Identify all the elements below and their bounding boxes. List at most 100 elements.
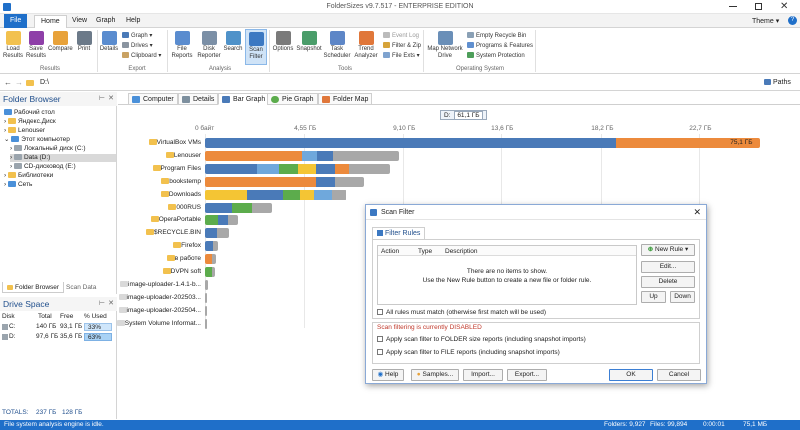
import-button[interactable]: Import... [463,369,503,381]
maximize-icon[interactable] [755,3,762,10]
bar[interactable] [205,292,208,303]
task-scheduler-button[interactable]: Task Scheduler [323,31,351,60]
category-label[interactable]: Downloads [100,190,201,199]
search-button[interactable]: Search [222,31,244,53]
disk-reporter-button[interactable]: Disk Reporter [196,31,222,60]
samples-button[interactable]: ● Samples... [411,369,459,381]
tree-item-this-pc[interactable]: ⌄ Этот компьютер [4,136,70,144]
tab-folder-map[interactable]: Folder Map [318,93,373,105]
tree-item-network[interactable]: › Сеть [4,181,32,189]
category-label[interactable]: image-uploader-202504... [100,306,201,315]
load-results-button[interactable]: Load Results [2,31,24,60]
scan-filter-button[interactable]: Scan Filter [245,29,267,65]
clipboard-dropdown[interactable]: Clipboard ▾ [122,52,161,60]
forward-icon[interactable]: → [15,78,23,87]
tree-item-yandex-disk[interactable]: › Яндекс.Диск [4,118,56,126]
tab-file[interactable]: File [4,14,28,28]
bar[interactable] [205,228,229,239]
help-button[interactable]: ◉ Help [372,369,404,381]
compare-button[interactable]: Compare [48,31,73,53]
tab-details[interactable]: Details [178,93,219,105]
bar[interactable] [205,254,216,265]
category-label[interactable]: image-uploader-1.4.1-b... [100,280,201,289]
save-results-button[interactable]: Save Results [25,31,47,60]
file-reports-button[interactable]: File Reports [170,31,194,60]
tab-scan-data[interactable]: Scan Data [62,282,100,293]
dialog-close-icon[interactable]: ✕ [693,207,701,218]
help-icon[interactable]: ? [788,16,797,25]
up-folder-icon[interactable] [26,80,34,86]
drives-dropdown[interactable]: Drives ▾ [122,42,153,50]
category-label[interactable]: image-uploader-202503... [100,293,201,302]
column-type[interactable]: Type [418,248,432,255]
category-label[interactable]: Lenouser [100,151,201,160]
filter-zip-button[interactable]: Filter & Zip [383,42,421,50]
bar[interactable] [205,241,219,252]
table-row[interactable]: D: 97,6 ГБ 35,6 ГБ 63% [0,333,116,342]
tree-item-lenouser[interactable]: › Lenouser [4,127,45,135]
bar[interactable] [205,279,209,290]
bar[interactable] [205,318,207,329]
tab-graph[interactable]: Graph [90,15,121,28]
rules-list[interactable]: Action Type Description There are no ite… [377,245,637,305]
back-icon[interactable]: ← [4,78,12,87]
tab-computer[interactable]: Computer [128,93,178,105]
category-label[interactable]: Program Files [100,164,201,173]
theme-menu[interactable]: Theme ▾ [752,17,779,25]
tab-bar-graph[interactable]: Bar Graph [218,93,270,105]
category-label[interactable]: $RECYCLE.BIN [100,228,201,237]
column-description[interactable]: Description [445,248,478,255]
pin-icon[interactable]: ⊢ [99,92,105,106]
panel-close-icon[interactable]: ✕ [108,92,114,106]
category-label[interactable]: Firefox [100,241,201,250]
tree-item-desktop[interactable]: Рабочий стол [4,109,55,117]
print-button[interactable]: Print [74,31,94,53]
trend-analyzer-button[interactable]: Trend Analyzer [352,31,380,60]
tree-item-drive-e[interactable]: › CD-дисковод (E:) [10,163,76,171]
paths-button[interactable]: Paths [764,79,791,86]
export-button[interactable]: Export... [507,369,547,381]
tab-pie-graph[interactable]: Pie Graph [267,93,318,105]
tab-view[interactable]: View [66,15,93,28]
options-button[interactable]: Options [271,31,295,53]
category-label[interactable]: 000RUS [100,203,201,212]
apply-file-checkbox[interactable]: Apply scan filter to FILE reports (inclu… [377,349,560,357]
cancel-button[interactable]: Cancel [657,369,701,381]
graph-dropdown[interactable]: Graph ▾ [122,32,152,40]
minimize-icon[interactable] [729,6,737,7]
ok-button[interactable]: OK [609,369,653,381]
bar[interactable] [205,305,208,316]
bar[interactable] [205,215,238,226]
delete-button[interactable]: Delete [641,276,695,288]
system-protection-button[interactable]: System Protection [467,52,525,60]
table-row[interactable]: C: 140 ГБ 93,1 ГБ 33% [0,323,116,332]
close-icon[interactable]: ✕ [780,1,788,12]
empty-recycle-bin-button[interactable]: Empty Recycle Bin [467,32,526,40]
category-label[interactable]: OperaPortable [100,215,201,224]
category-label[interactable]: в работе [100,254,201,263]
category-label[interactable]: VirtualBox VMs [100,138,201,147]
bar[interactable] [205,163,391,174]
tab-home[interactable]: Home [34,15,67,28]
up-button[interactable]: Up [641,291,666,303]
map-network-drive-button[interactable]: Map Network Drive [425,31,465,60]
tree-item-drive-c[interactable]: › Локальный диск (C:) [10,145,86,153]
column-action[interactable]: Action [381,248,399,255]
category-label[interactable]: bookstemp [100,177,201,186]
new-rule-button[interactable]: ⊕ New Rule ▾ [641,244,695,256]
snapshot-button[interactable]: Snapshot [296,31,322,53]
category-label[interactable]: DVPN soft [100,267,201,276]
all-rules-checkbox[interactable]: All rules must match (otherwise first ma… [377,309,546,317]
bar[interactable] [205,150,399,161]
bar[interactable] [205,176,364,187]
details-button[interactable]: Details [99,31,119,53]
category-label[interactable]: System Volume Informat... [100,319,201,328]
tab-filter-rules[interactable]: Filter Rules [372,227,426,239]
apply-folder-checkbox[interactable]: Apply scan filter to FOLDER size reports… [377,336,586,344]
bar[interactable] [205,189,347,200]
event-log-button[interactable]: Event Log [383,32,419,40]
bar[interactable] [205,138,761,148]
bar[interactable] [205,202,273,213]
edit-button[interactable]: Edit... [641,261,695,273]
tab-folder-browser[interactable]: Folder Browser [2,282,65,293]
